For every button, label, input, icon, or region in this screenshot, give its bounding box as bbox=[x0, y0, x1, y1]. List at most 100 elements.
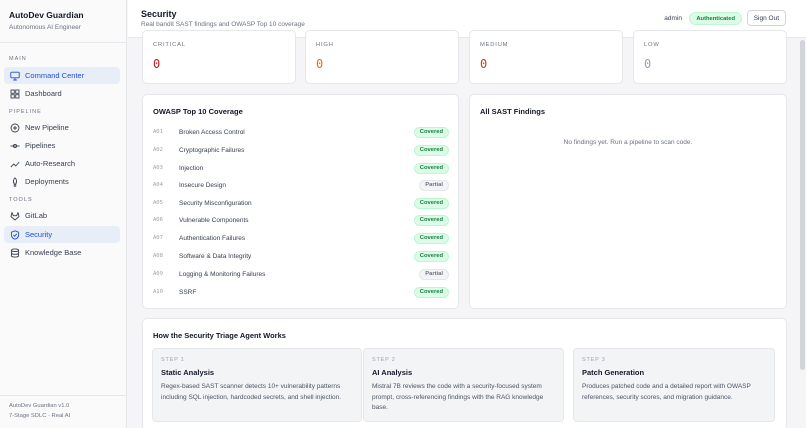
sdlc-label: 7-Stage SDLC · Real AI bbox=[9, 413, 71, 419]
section-label-main: MAIN bbox=[9, 56, 27, 62]
owasp-name: Broken Access Control bbox=[179, 128, 245, 136]
owasp-id: A01 bbox=[153, 129, 163, 135]
sidebar-item-gitlab[interactable]: GitLab bbox=[4, 207, 120, 224]
coverage-badge: Covered bbox=[413, 232, 449, 244]
sidebar-item-dashboard[interactable]: Dashboard bbox=[4, 85, 120, 102]
scrollbar[interactable] bbox=[800, 40, 805, 370]
step-card-ai-analysis: STEP 2 AI Analysis Mistral 7B reviews th… bbox=[363, 348, 564, 422]
owasp-name: Injection bbox=[179, 164, 204, 172]
owasp-row: A02 Cryptographic Failures Covered bbox=[153, 144, 449, 156]
owasp-row: A10 SSRF Covered bbox=[153, 286, 449, 298]
owasp-card-title: OWASP Top 10 Coverage bbox=[153, 107, 243, 116]
page-subtitle: Real bandit SAST findings and OWASP Top … bbox=[141, 21, 305, 28]
brand: AutoDev Guardian Autonomous AI Engineer bbox=[0, 0, 126, 43]
sign-out-button[interactable]: Sign Out bbox=[746, 10, 786, 26]
owasp-id: A05 bbox=[153, 200, 163, 206]
pipeline-icon bbox=[10, 141, 20, 151]
section-label-tools: TOOLS bbox=[9, 197, 33, 203]
sidebar-item-label: Auto-Research bbox=[25, 159, 76, 168]
owasp-row: A01 Broken Access Control Covered bbox=[153, 126, 449, 138]
stat-label: LOW bbox=[644, 42, 660, 48]
monitor-icon bbox=[10, 71, 20, 81]
sidebar-item-label: New Pipeline bbox=[25, 123, 69, 132]
coverage-badge: Covered bbox=[413, 144, 449, 156]
owasp-name: Vulnerable Components bbox=[179, 216, 249, 224]
sidebar: AutoDev Guardian Autonomous AI Engineer … bbox=[0, 0, 127, 428]
coverage-badge: Partial bbox=[419, 268, 449, 280]
sidebar-item-new-pipeline[interactable]: New Pipeline bbox=[4, 119, 120, 136]
owasp-row: A06 Vulnerable Components Covered bbox=[153, 214, 449, 226]
owasp-name: Insecure Design bbox=[179, 181, 226, 189]
owasp-id: A04 bbox=[153, 182, 163, 188]
coverage-badge: Covered bbox=[413, 286, 449, 298]
status-badge: Authenticated bbox=[689, 12, 742, 25]
sidebar-footer-divider bbox=[0, 395, 126, 396]
owasp-row: A09 Logging & Monitoring Failures Partia… bbox=[153, 268, 449, 280]
owasp-id: A02 bbox=[153, 147, 163, 153]
step-card-static-analysis: STEP 1 Static Analysis Regex-based SAST … bbox=[152, 348, 362, 422]
owasp-name: Software & Data Integrity bbox=[179, 252, 252, 260]
sidebar-item-label: Deployments bbox=[25, 177, 69, 186]
owasp-name: Logging & Monitoring Failures bbox=[179, 270, 266, 278]
section-label-pipeline: PIPELINE bbox=[9, 109, 42, 115]
trend-icon bbox=[10, 159, 20, 169]
owasp-row: A07 Authentication Failures Covered bbox=[153, 232, 449, 244]
sidebar-item-label: GitLab bbox=[25, 211, 48, 220]
database-icon bbox=[10, 247, 20, 258]
grid-icon bbox=[10, 89, 20, 99]
step-number: STEP 3 bbox=[582, 357, 606, 363]
step-description: Produces patched code and a detailed rep… bbox=[582, 383, 751, 401]
stat-label: HIGH bbox=[316, 42, 334, 48]
sidebar-item-label: Security bbox=[25, 230, 53, 239]
stat-card-critical: CRITICAL 0 bbox=[142, 30, 296, 84]
sidebar-item-deployments[interactable]: Deployments bbox=[4, 173, 120, 190]
owasp-row: A08 Software & Data Integrity Covered bbox=[153, 250, 449, 262]
version-label: AutoDev Guardian v1.0 bbox=[9, 403, 70, 409]
owasp-coverage-card: OWASP Top 10 Coverage A01 Broken Access … bbox=[142, 94, 459, 309]
stat-card-medium: MEDIUM 0 bbox=[469, 30, 623, 84]
coverage-badge: Covered bbox=[413, 214, 449, 226]
owasp-row: A05 Security Misconfiguration Covered bbox=[153, 197, 449, 209]
stat-label: CRITICAL bbox=[153, 42, 186, 48]
stat-card-high: HIGH 0 bbox=[305, 30, 459, 84]
sidebar-item-security[interactable]: Security bbox=[4, 226, 120, 243]
owasp-id: A03 bbox=[153, 165, 163, 171]
step-number: STEP 1 bbox=[161, 357, 185, 363]
step-title: AI Analysis bbox=[372, 368, 413, 377]
step-title: Patch Generation bbox=[582, 368, 645, 377]
step-title: Static Analysis bbox=[161, 368, 215, 377]
page-title: Security bbox=[141, 9, 177, 19]
owasp-name: Authentication Failures bbox=[179, 234, 246, 242]
sidebar-item-knowledge-base[interactable]: Knowledge Base bbox=[4, 244, 120, 261]
gitlab-icon bbox=[10, 211, 20, 221]
empty-state-message: No findings yet. Run a pipeline to scan … bbox=[563, 139, 693, 146]
app-title: AutoDev Guardian bbox=[9, 10, 84, 20]
stat-value: 0 bbox=[316, 57, 324, 71]
coverage-badge: Partial bbox=[419, 179, 449, 191]
owasp-name: SSRF bbox=[179, 288, 197, 296]
sidebar-item-label: Dashboard bbox=[25, 89, 62, 98]
findings-card-title: All SAST Findings bbox=[480, 107, 545, 116]
shield-icon bbox=[10, 229, 20, 240]
coverage-badge: Covered bbox=[413, 250, 449, 262]
owasp-row: A04 Insecure Design Partial bbox=[153, 179, 449, 191]
sidebar-item-auto-research[interactable]: Auto-Research bbox=[4, 155, 120, 172]
sast-findings-card: All SAST Findings No findings yet. Run a… bbox=[469, 94, 787, 309]
rocket-icon bbox=[10, 176, 20, 187]
username: admin bbox=[664, 15, 682, 22]
sidebar-item-pipelines[interactable]: Pipelines bbox=[4, 137, 120, 154]
coverage-badge: Covered bbox=[413, 126, 449, 138]
owasp-id: A06 bbox=[153, 217, 163, 223]
sidebar-item-label: Command Center bbox=[25, 71, 85, 80]
coverage-badge: Covered bbox=[413, 162, 449, 174]
step-number: STEP 2 bbox=[372, 357, 396, 363]
plus-circle-icon bbox=[10, 123, 20, 133]
owasp-id: A08 bbox=[153, 253, 163, 259]
sidebar-item-label: Knowledge Base bbox=[25, 248, 82, 257]
step-description: Regex-based SAST scanner detects 10+ vul… bbox=[161, 383, 342, 401]
owasp-name: Cryptographic Failures bbox=[179, 146, 245, 154]
sidebar-item-command-center[interactable]: Command Center bbox=[4, 67, 120, 84]
owasp-id: A07 bbox=[153, 235, 163, 241]
coverage-badge: Covered bbox=[413, 197, 449, 209]
owasp-row: A03 Injection Covered bbox=[153, 162, 449, 174]
